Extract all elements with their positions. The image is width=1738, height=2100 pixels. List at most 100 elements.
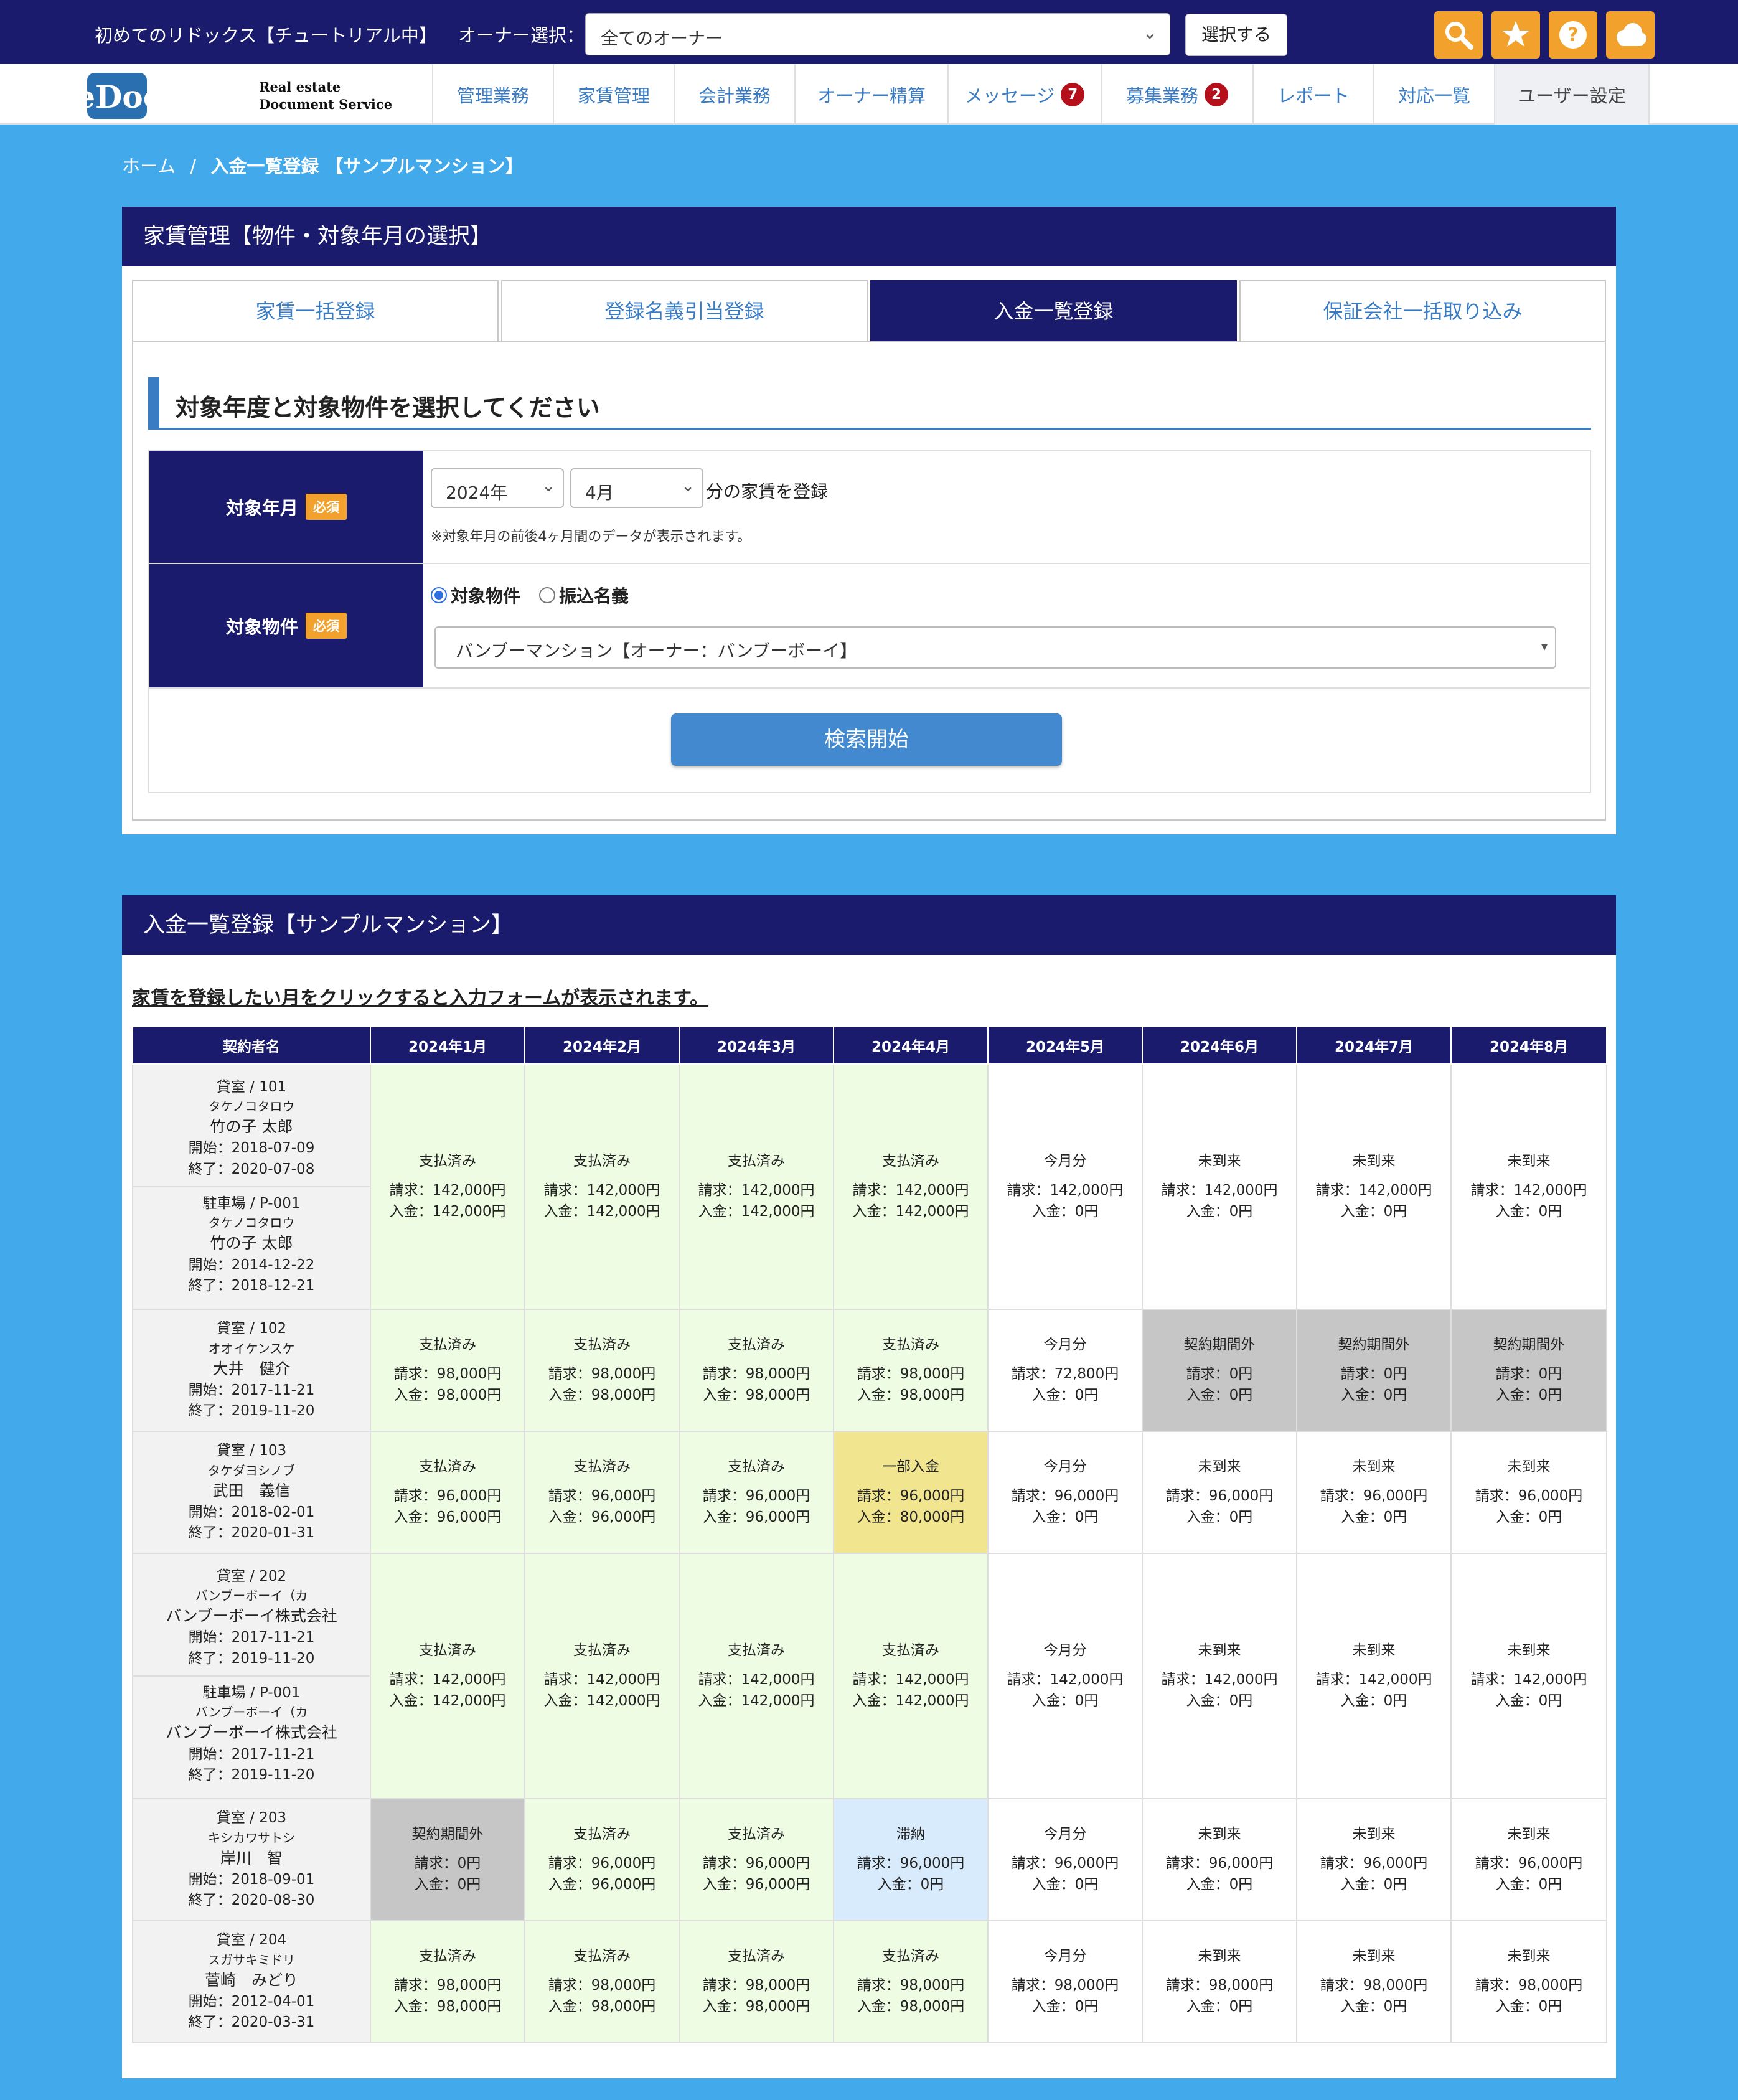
contract-unit: 貸室 / 102 — [216, 1321, 287, 1337]
payment-cell[interactable]: 未到来 請求：142,000円 入金：0円 — [1450, 1063, 1607, 1310]
payment-cell[interactable]: 未到来 請求：96,000円 入金：0円 — [1296, 1431, 1452, 1554]
nav-item-tasks[interactable]: 対応一覧 — [1373, 64, 1494, 125]
payment-cell[interactable]: 支払済み 請求：142,000円 入金：142,000円 — [524, 1553, 680, 1799]
payment-cell[interactable]: 未到来 請求：96,000円 入金：0円 — [1450, 1431, 1607, 1554]
payment-cell[interactable]: 未到来 請求：142,000円 入金：0円 — [1296, 1063, 1452, 1310]
billed-amount: 請求：142,000円 — [543, 1182, 660, 1198]
payment-cell[interactable]: 未到来 請求：96,000円 入金：0円 — [1296, 1798, 1452, 1921]
payment-cell[interactable]: 支払済み 請求：98,000円 入金：98,000円 — [833, 1920, 989, 2043]
cloud-icon[interactable] — [1606, 11, 1655, 59]
owner-select[interactable]: 全てのオーナー ⌄ — [585, 13, 1170, 55]
year-month-row: 対象年月 必須 2024年 ⌄ 4月 ⌄ 分の家賃を登録 ※対象年月の前後4ヶ月… — [148, 450, 1591, 564]
payment-cell[interactable]: 支払済み 請求：142,000円 入金：142,000円 — [370, 1553, 525, 1799]
year-select[interactable]: 2024年 ⌄ — [431, 468, 564, 508]
payment-cell[interactable]: 支払済み 請求：98,000円 入金：98,000円 — [370, 1920, 525, 2043]
payment-cell[interactable]: 支払済み 請求：142,000円 入金：142,000円 — [679, 1063, 834, 1310]
payment-cell[interactable]: 今月分 請求：96,000円 入金：0円 — [987, 1798, 1143, 1921]
tab-name-allocation[interactable]: 登録名義引当登録 — [501, 280, 868, 341]
radio-transfer-name[interactable]: 振込名義 — [539, 583, 629, 608]
contract-block: 貸室 / 202 バンブーボーイ（カ バンブーボーイ株式会社 開始：2017-11-2… — [133, 1560, 370, 1675]
star-icon[interactable] — [1491, 11, 1540, 59]
nav-item-reports[interactable]: レポート — [1252, 64, 1373, 125]
payment-cell[interactable]: 支払済み 請求：142,000円 入金：142,000円 — [833, 1553, 989, 1799]
main-nav: ReDocS Real estate Document Service 管理業務… — [0, 64, 1738, 125]
payment-cell[interactable]: 未到来 請求：142,000円 入金：0円 — [1450, 1553, 1607, 1799]
payment-cell[interactable]: 未到来 請求：98,000円 入金：0円 — [1450, 1920, 1607, 2043]
nav-item-recruitment[interactable]: 募集業務 2 — [1101, 64, 1252, 125]
payment-cell[interactable]: 滞納 請求：96,000円 入金：0円 — [833, 1798, 989, 1921]
payment-cell[interactable]: 支払済み 請求：96,000円 入金：96,000円 — [524, 1431, 680, 1554]
nav-item-messages[interactable]: メッセージ 7 — [947, 64, 1101, 125]
nav-item-user-settings[interactable]: ユーザー設定 — [1494, 64, 1650, 125]
payment-cell[interactable]: 今月分 請求：142,000円 入金：0円 — [987, 1553, 1143, 1799]
nav-item-management[interactable]: 管理業務 — [432, 64, 553, 125]
nav-label: オーナー精算 — [817, 85, 926, 106]
tab-payment-list[interactable]: 入金一覧登録 — [870, 280, 1237, 341]
payment-cell[interactable]: 支払済み 請求：98,000円 入金：98,000円 — [370, 1309, 525, 1432]
search-icon[interactable] — [1434, 11, 1483, 59]
payment-cell[interactable]: 未到来 請求：142,000円 入金：0円 — [1142, 1063, 1297, 1310]
payment-cell[interactable]: 支払済み 請求：98,000円 入金：98,000円 — [679, 1309, 834, 1432]
payment-cell[interactable]: 今月分 請求：98,000円 入金：0円 — [987, 1920, 1143, 2043]
payment-cell[interactable]: 一部入金 請求：96,000円 入金：80,000円 — [833, 1431, 989, 1554]
table-row: 貸室 / 204 スガサキミドリ 菅崎 みどり 開始：2012-04-01 終了：202… — [132, 1920, 1607, 2043]
radio-property[interactable]: 対象物件 — [431, 583, 520, 608]
payment-cell[interactable]: 今月分 請求：72,800円 入金：0円 — [987, 1309, 1143, 1432]
payment-cell[interactable]: 未到来 請求：98,000円 入金：0円 — [1296, 1920, 1452, 2043]
payment-cell[interactable]: 支払済み 請求：142,000円 入金：142,000円 — [679, 1553, 834, 1799]
payment-cell[interactable]: 未到来 請求：142,000円 入金：0円 — [1142, 1553, 1297, 1799]
tab-guarantor-import[interactable]: 保証会社一括取り込み — [1239, 280, 1606, 341]
payment-cell[interactable]: 契約期間外 請求：0円 入金：0円 — [1450, 1309, 1607, 1432]
property-select[interactable]: バンブーマンション【オーナー：バンブーボーイ】 ▾ — [434, 626, 1556, 669]
received-amount: 入金：98,000円 — [393, 1387, 502, 1404]
help-icon[interactable]: ? — [1549, 11, 1597, 59]
payment-cell[interactable]: 支払済み 請求：98,000円 入金：98,000円 — [524, 1309, 680, 1432]
payment-cell[interactable]: 今月分 請求：142,000円 入金：0円 — [987, 1063, 1143, 1310]
nav-item-owner-settlement[interactable]: オーナー精算 — [794, 64, 947, 125]
payment-cell[interactable]: 契約期間外 請求：0円 入金：0円 — [1296, 1309, 1452, 1432]
payment-cell[interactable]: 未到来 請求：142,000円 入金：0円 — [1296, 1553, 1452, 1799]
billed-amount: 請求：0円 — [1495, 1365, 1562, 1382]
payment-cell[interactable]: 今月分 請求：96,000円 入金：0円 — [987, 1431, 1143, 1554]
received-amount: 入金：0円 — [1031, 1203, 1099, 1220]
payment-cell[interactable]: 支払済み 請求：98,000円 入金：98,000円 — [679, 1920, 834, 2043]
search-start-button[interactable]: 検索開始 — [671, 713, 1062, 766]
message-count-badge: 7 — [1061, 82, 1085, 106]
nav-item-accounting[interactable]: 会計業務 — [674, 64, 794, 125]
billed-amount: 請求：98,000円 — [1320, 1977, 1428, 1994]
payment-cell[interactable]: 支払済み 請求：98,000円 入金：98,000円 — [833, 1309, 989, 1432]
contract-name: 菅崎 みどり — [204, 1971, 298, 1989]
contract-name: 岸川 智 — [220, 1848, 283, 1867]
received-amount: 入金：0円 — [1186, 1999, 1253, 2015]
month-select[interactable]: 4月 ⌄ — [570, 468, 703, 508]
contract-kana: タケダヨシノブ — [208, 1462, 295, 1478]
payment-cell[interactable]: 未到来 請求：96,000円 入金：0円 — [1142, 1431, 1297, 1554]
chevron-down-icon: ⌄ — [1142, 22, 1157, 43]
nav-item-rent[interactable]: 家賃管理 — [553, 64, 674, 125]
contract-unit: 駐車場 / P-001 — [202, 1685, 301, 1701]
received-amount: 入金：0円 — [1031, 1387, 1099, 1404]
received-amount: 入金：0円 — [1495, 1509, 1562, 1526]
tab-bulk-rent[interactable]: 家賃一括登録 — [132, 280, 499, 341]
section-title-bar — [148, 377, 159, 430]
payment-cell[interactable]: 支払済み 請求：96,000円 入金：96,000円 — [370, 1431, 525, 1554]
payment-cell[interactable]: 支払済み 請求：96,000円 入金：96,000円 — [679, 1431, 834, 1554]
select-owner-button[interactable]: 選択する — [1185, 14, 1287, 56]
received-amount: 入金：0円 — [1340, 1203, 1407, 1220]
payment-cell[interactable]: 支払済み 請求：96,000円 入金：96,000円 — [679, 1798, 834, 1921]
payment-cell[interactable]: 契約期間外 請求：0円 入金：0円 — [370, 1798, 525, 1921]
redocs-logo[interactable]: ReDocS Real estate Document Service — [50, 69, 432, 121]
payment-cell[interactable]: 支払済み 請求：142,000円 入金：142,000円 — [833, 1063, 989, 1310]
contract-end: 終了：2020-03-31 — [188, 2014, 315, 2031]
payment-cell[interactable]: 未到来 請求：96,000円 入金：0円 — [1450, 1798, 1607, 1921]
payment-cell[interactable]: 未到来 請求：98,000円 入金：0円 — [1142, 1920, 1297, 2043]
payment-status: 支払済み — [728, 1153, 785, 1170]
breadcrumb-home[interactable]: ホーム — [122, 156, 176, 177]
payment-cell[interactable]: 支払済み 請求：98,000円 入金：98,000円 — [524, 1920, 680, 2043]
payment-cell[interactable]: 支払済み 請求：96,000円 入金：96,000円 — [524, 1798, 680, 1921]
payment-cell[interactable]: 未到来 請求：96,000円 入金：0円 — [1142, 1798, 1297, 1921]
received-amount: 入金：0円 — [1031, 1509, 1099, 1526]
payment-cell[interactable]: 支払済み 請求：142,000円 入金：142,000円 — [370, 1063, 525, 1310]
payment-cell[interactable]: 契約期間外 請求：0円 入金：0円 — [1142, 1309, 1297, 1432]
payment-cell[interactable]: 支払済み 請求：142,000円 入金：142,000円 — [524, 1063, 680, 1310]
